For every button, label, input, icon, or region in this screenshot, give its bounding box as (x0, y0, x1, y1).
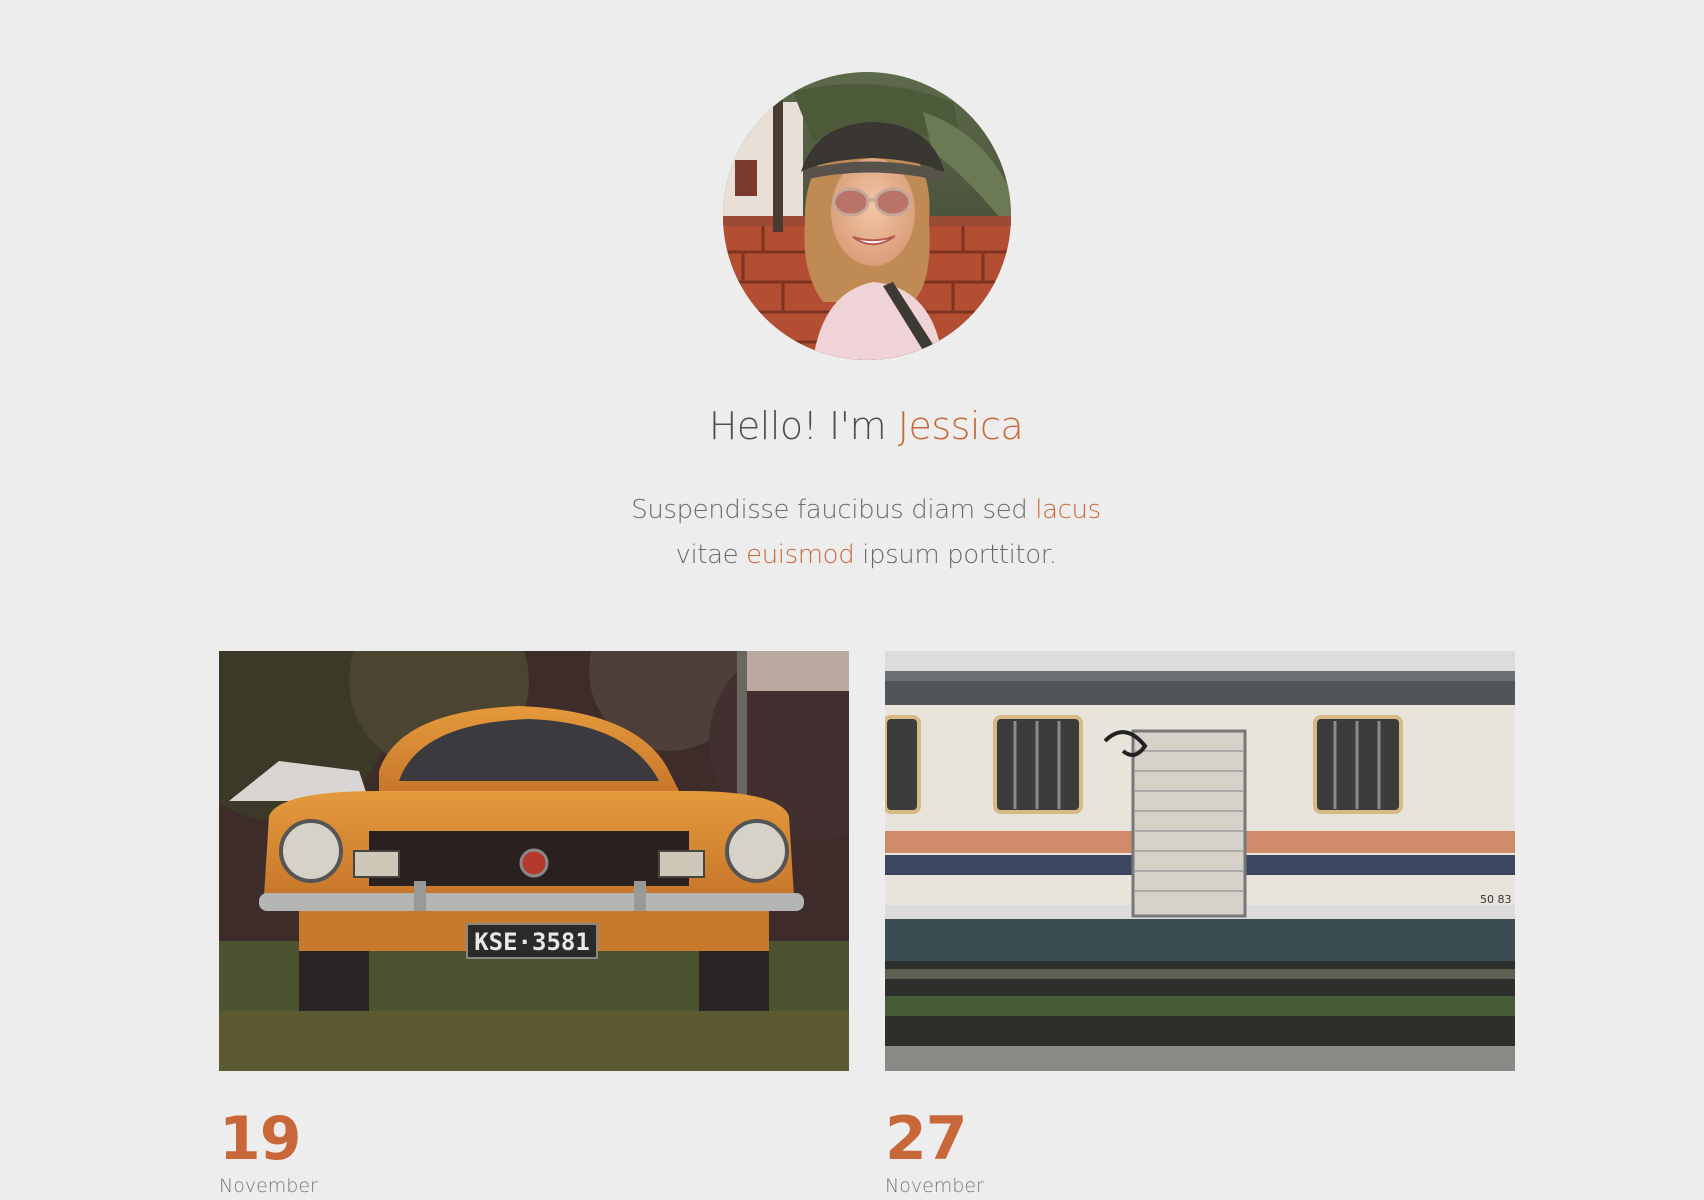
wagon-number: 50 83 5 (1480, 893, 1515, 906)
intro-part1: Suspendisse faucibus diam sed (631, 495, 1036, 525)
intro-part2: vitae (675, 540, 747, 570)
profile-avatar[interactable] (723, 72, 1011, 360)
train-photo: 50 83 5 (885, 651, 1515, 1071)
intro-highlight-euismod[interactable]: euismod (746, 540, 855, 570)
car-photo: KSE·3581 (219, 651, 849, 1071)
avatar-photo (723, 72, 1011, 360)
greeting-prefix: Hello! I'm (708, 404, 898, 448)
post-day: 19 (219, 1104, 302, 1174)
profile-name: Jessica (897, 404, 1024, 448)
post-thumbnail-train[interactable]: 50 83 5 (885, 651, 1515, 1071)
post-month: November (885, 1175, 984, 1197)
post-card[interactable]: 50 83 5 27 November (885, 651, 1515, 1197)
license-plate: KSE·3581 (474, 928, 590, 956)
intro-highlight-lacus[interactable]: lacus (1035, 495, 1101, 525)
post-month: November (219, 1175, 318, 1197)
post-card[interactable]: KSE·3581 19 November (219, 651, 849, 1197)
intro-text: Suspendisse faucibus diam sed lacus vita… (0, 488, 1704, 578)
post-day: 27 (885, 1104, 968, 1174)
intro-part3: ipsum porttitor. (854, 540, 1057, 570)
greeting-heading: Hello! I'm Jessica (0, 396, 1704, 456)
page: Hello! I'm Jessica Suspendisse faucibus … (0, 0, 1704, 1200)
post-thumbnail-car[interactable]: KSE·3581 (219, 651, 849, 1071)
